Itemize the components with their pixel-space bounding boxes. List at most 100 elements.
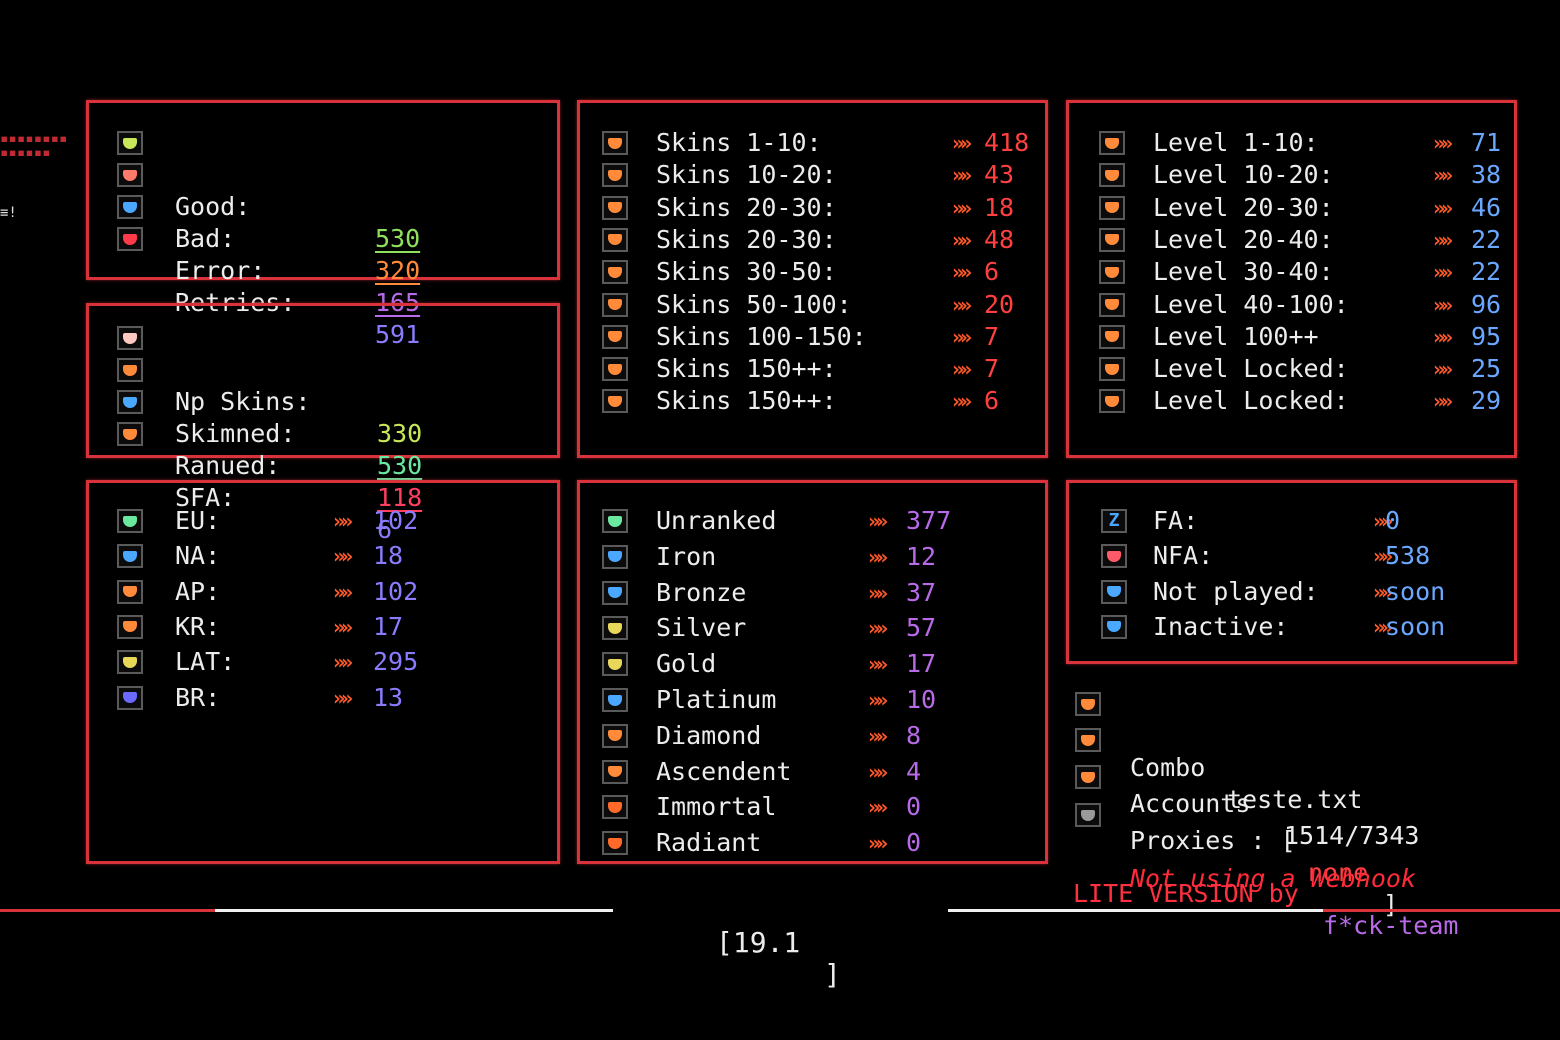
double-arrow-icon: »» [1433,389,1453,414]
stats-panel: Good: 530 Bad: 320 Error: 165 Retries: 5… [86,100,560,349]
skins-panel: Skins 1-10: »» 418 Skins 10-20: »» 43 Skins 20… [577,100,1048,458]
footer-divider-left [215,909,613,912]
shield-red-icon [117,163,143,187]
level-range-row-value: 22 [1471,224,1502,254]
rank-row-value: 377 [906,506,952,535]
double-arrow-icon: »» [1433,163,1453,188]
region-row-value: 18 [373,541,404,571]
shield-orange-icon [1099,260,1125,285]
accounts-row: Accounts 1514/7343 [1075,724,1419,850]
double-arrow-icon: »» [1433,357,1453,382]
skin-range-row-label: Skins 1-10: [656,128,822,157]
region-row-label: KR: [175,611,221,641]
combo-label: Combo [1130,753,1206,782]
shield-orange-icon [1075,692,1101,716]
double-arrow-icon: »» [868,580,888,605]
double-arrow-icon: »» [333,685,353,710]
ascendent-icon [602,759,628,784]
levels-panel: Level 1-10: »» 71 Level 10-20: »» 38 Level 20-… [1066,100,1517,458]
double-arrow-icon: »» [868,688,888,712]
decorative-glyphs: ▪▪▪▪▪▪▪▪ ▪▪▪▪▪▪ [0,131,68,161]
progress-counter: [19.1 ] [716,895,841,991]
double-arrow-icon: »» [333,579,353,604]
access-row-label: FA: [1153,506,1199,535]
double-arrow-icon: »» [952,389,972,414]
double-arrow-icon: »» [333,509,353,533]
shield-orange-icon [117,579,143,604]
z-icon: Z [1101,509,1127,533]
version-row: LITE VERSION by f*ck-team [1073,846,1458,940]
level-range-row-label: Level 100++ [1153,321,1319,351]
shield-orange-icon [1099,324,1125,349]
proxies-label: Proxies : [ [1130,826,1296,855]
access-panel: Z FA:»» 0 NFA:»» 538 Not played:»» soon Inactiv… [1066,480,1517,664]
shield-indigo-icon [117,685,143,710]
shield-orange-icon [1099,131,1125,155]
shield-green-icon [117,509,143,533]
skin-range-row-value: 20 [984,289,1015,319]
double-arrow-icon: »» [952,195,972,220]
shield-orange-icon [602,163,628,188]
skin-range-row-label: Skins 150++: [656,354,837,384]
level-range-row-label: Level Locked: [1153,386,1349,416]
shield-orange-icon [1075,728,1101,752]
shield-red-icon [1101,544,1127,569]
skin-range-row-label: Skins 150++: [656,386,837,416]
radiant-icon [602,831,628,856]
level-range-row-value: 46 [1471,192,1502,222]
region-row-value: 295 [373,647,419,677]
shield-orange-icon [602,195,628,220]
shield-orange-icon [1099,357,1125,382]
region-row-label: AP: [175,576,221,606]
shield-orange-icon [602,260,628,285]
skin-range-row-label: Skins 20-30: [656,224,837,254]
accounts-value: 1514/7343 [1284,821,1420,850]
shield-orange-icon [1099,163,1125,188]
skin-range-row-label: Skins 20-30: [656,192,837,222]
skin-range-row-value: 6 [984,386,1000,416]
stat-row-error: Error: 165 [117,191,420,317]
immortal-icon [602,795,628,820]
skin-stat-row: SFA: 6 [117,418,392,544]
double-arrow-icon: »» [868,509,888,533]
rank-row-value: 12 [906,541,937,571]
skin-stat-label: Skimned: [175,419,296,448]
rank-row-label: Silver [656,613,747,643]
double-arrow-icon: »» [1433,131,1453,155]
double-arrow-icon: »» [952,227,972,252]
rank-row-label: Radiant [656,828,762,858]
double-arrow-icon: »» [1433,227,1453,252]
shield-orange-icon [117,614,143,639]
double-arrow-icon: »» [952,324,972,349]
rank-row-value: 57 [906,613,937,643]
access-row-label: NFA: [1153,541,1214,571]
gold-icon [602,652,628,677]
signal-icon [1101,579,1127,604]
shield-orange-icon [602,324,628,349]
level-range-row-label: Level 40-100: [1153,289,1349,319]
double-arrow-icon: »» [952,357,972,382]
ranks-panel: Unranked »» 377 Iron »» 12 Bronze »» 37 Silver »» 5… [577,480,1048,864]
rank-row-value: 17 [906,649,937,679]
access-row-value: soon [1385,576,1446,606]
diamond-icon [602,723,628,748]
double-arrow-icon: »» [1433,260,1453,285]
skin-stat-label: Np Skins: [175,387,311,416]
region-row-value: 13 [373,682,404,712]
shield-orange-icon [602,227,628,252]
skin-range-row-value: 418 [984,128,1030,157]
rank-row-label: Immortal [656,792,777,822]
webhook-row: Not using a Webhook [1075,799,1416,893]
rank-row-label: Diamond [656,720,762,750]
level-range-row-value: 71 [1471,128,1502,157]
skin-range-row-value: 7 [984,321,1000,351]
skin-stat-row: Np Skins: 330 [117,322,422,448]
rank-row-label: Gold [656,649,717,679]
skin-range-row-value: 7 [984,354,1000,384]
double-arrow-icon: »» [333,544,353,569]
level-range-row-value: 96 [1471,289,1502,319]
shield-white-icon [117,326,143,350]
shield-orange-icon [602,292,628,317]
rank-row-value: 0 [906,828,922,858]
region-row-label: LAT: [175,647,236,677]
